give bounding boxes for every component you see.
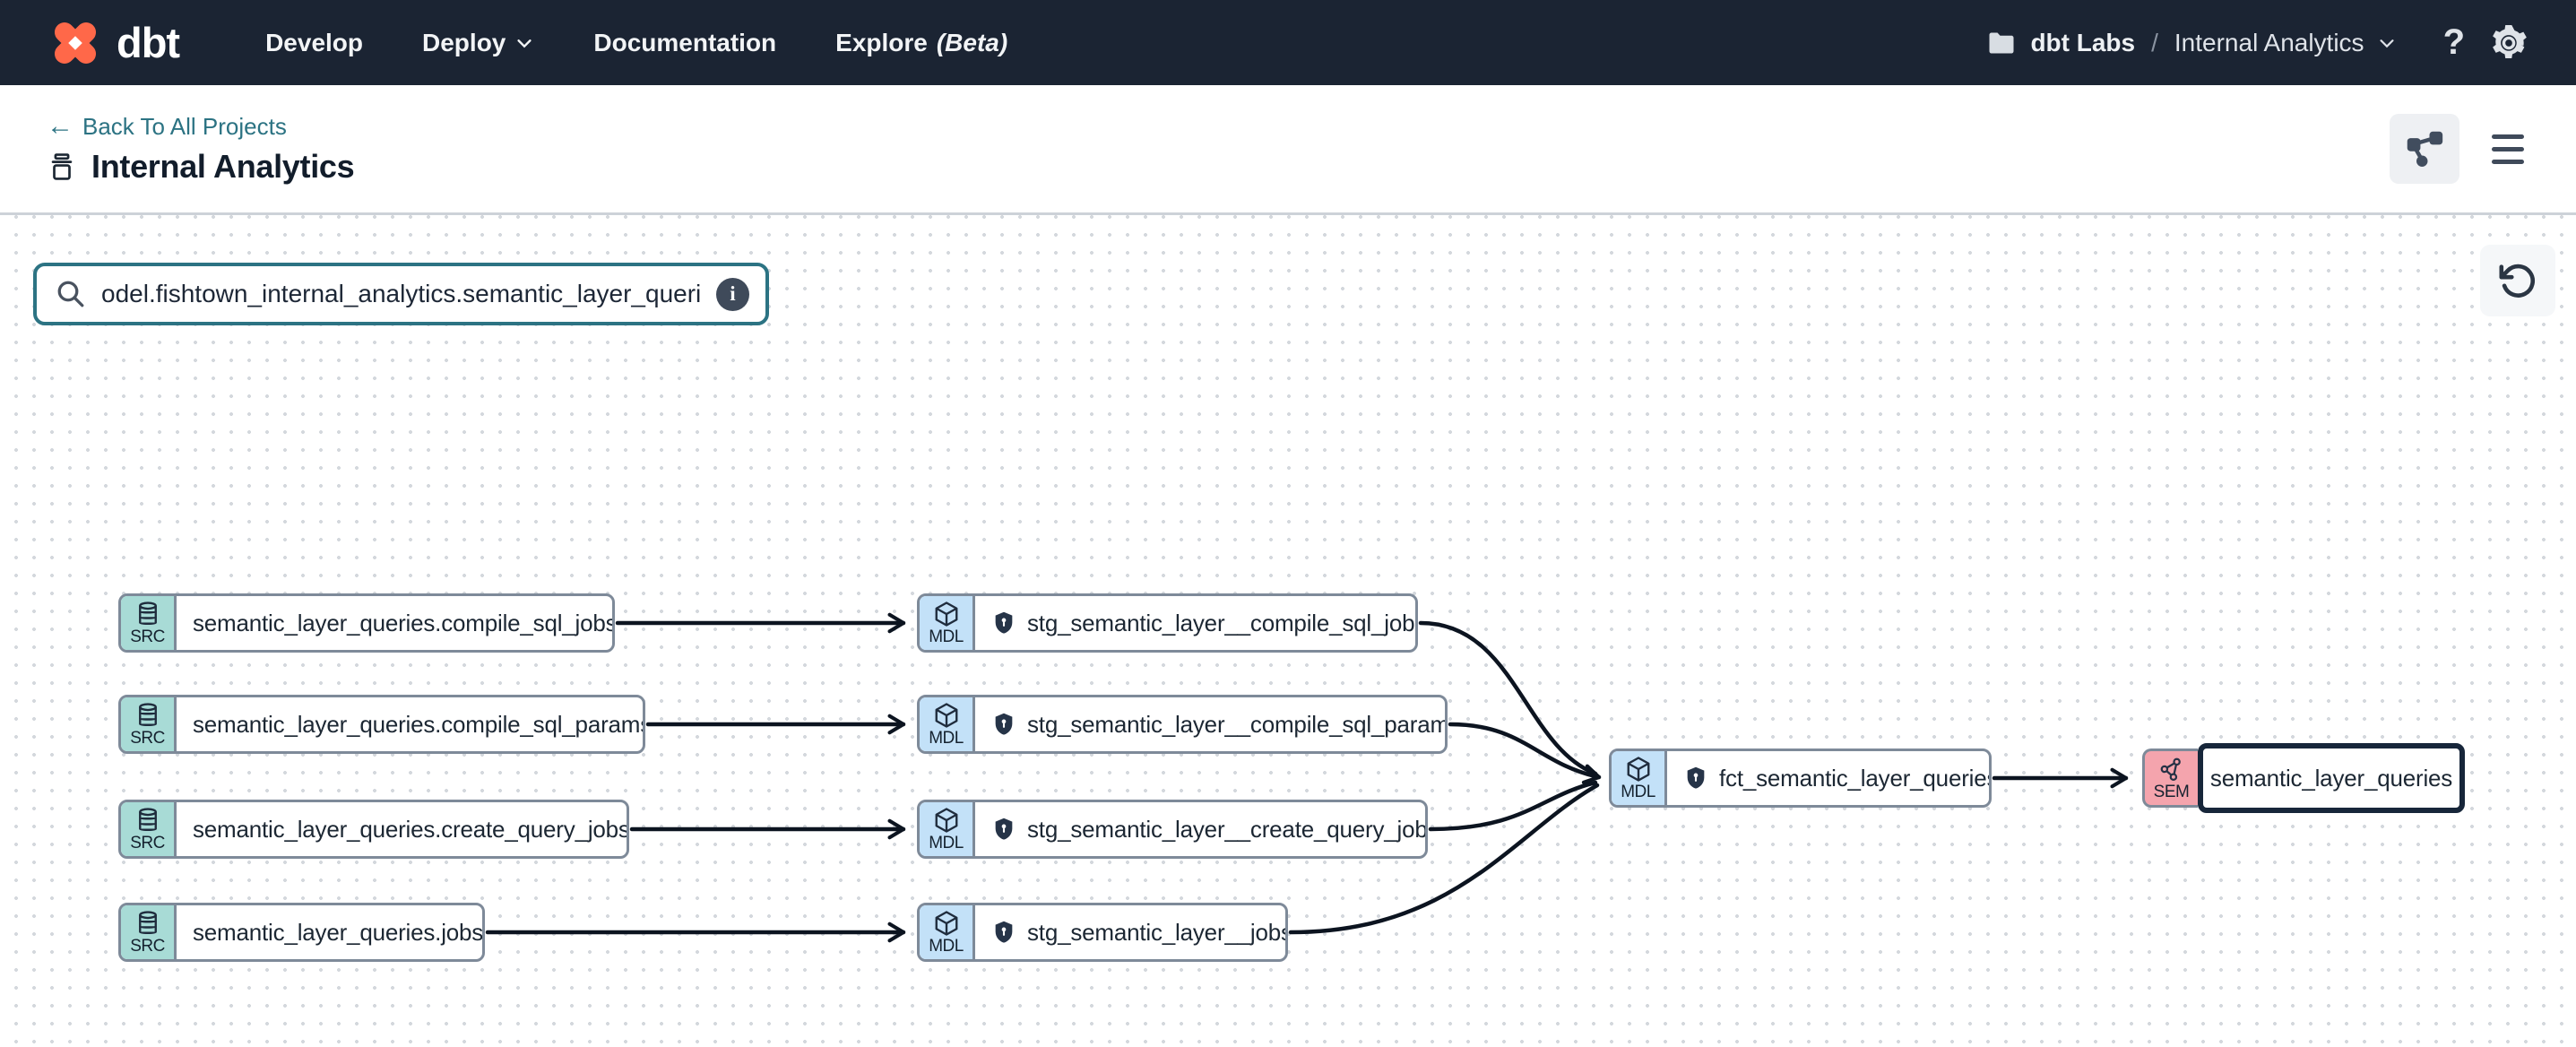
nav-right: dbt Labs / Internal Analytics ? (1985, 22, 2529, 64)
nav-links: Develop Deploy Documentation Explore (Be… (265, 29, 1007, 57)
node-label: semantic_layer_queries.compile_sql_param… (193, 711, 645, 739)
node-badge: SEM (2154, 783, 2190, 800)
node-badge: MDL (929, 938, 964, 955)
rotate-ccw-icon (2497, 260, 2538, 301)
top-nav: dbt Develop Deploy Documentation Explore… (0, 0, 2576, 85)
help-icon[interactable]: ? (2443, 22, 2465, 63)
chevron-down-icon (2377, 33, 2397, 53)
database-icon (134, 601, 161, 627)
lineage-view-button[interactable] (2390, 114, 2459, 184)
dbt-logo[interactable]: dbt (47, 14, 179, 72)
dag-node-source-jobs[interactable]: SRC semantic_layer_queries.jobs (118, 903, 485, 962)
database-icon (134, 702, 161, 729)
node-label: stg_semantic_layer__compile_sql_params (1027, 711, 1448, 739)
page-header: ← Back To All Projects Internal Analytic… (0, 85, 2576, 215)
nav-develop[interactable]: Develop (265, 29, 363, 57)
database-icon (134, 910, 161, 937)
node-label: semantic_layer_queries.jobs (193, 919, 483, 947)
nav-documentation[interactable]: Documentation (593, 29, 776, 57)
node-badge: SRC (130, 628, 165, 645)
node-badge: MDL (929, 835, 964, 852)
search-icon (55, 278, 87, 310)
node-badge: SRC (130, 835, 165, 852)
contract-shield-icon (991, 920, 1016, 945)
dag-node-model-stg-compile-sql-params[interactable]: MDL stg_semantic_layer__compile_sql_para… (917, 695, 1448, 754)
lineage-canvas[interactable]: odel.fishtown_internal_analytics.semanti… (0, 215, 2576, 1044)
semantic-model-icon (2158, 756, 2185, 783)
node-label: semantic_layer_queries.create_query_jobs (193, 816, 629, 844)
node-label: stg_semantic_layer__jobs (1027, 919, 1288, 947)
lineage-dag-icon (2405, 129, 2444, 169)
contract-shield-icon (991, 610, 1016, 636)
node-label: semantic_layer_queries.compile_sql_jobs (193, 610, 615, 637)
database-icon (134, 807, 161, 834)
dbt-logo-icon (47, 14, 104, 72)
nav-explore[interactable]: Explore (Beta) (835, 29, 1007, 57)
page-title: Internal Analytics (91, 148, 354, 186)
dag-node-source-compile-sql-jobs[interactable]: SRC semantic_layer_queries.compile_sql_j… (118, 593, 615, 653)
back-arrow-icon: ← (47, 113, 73, 140)
node-badge: SRC (130, 938, 165, 955)
contract-shield-icon (991, 712, 1016, 737)
contract-shield-icon (991, 817, 1016, 842)
search-input[interactable]: odel.fishtown_internal_analytics.semanti… (33, 263, 769, 325)
node-badge: MDL (929, 628, 964, 645)
dag-node-model-stg-create-query-jobs[interactable]: MDL stg_semantic_layer__create_query_job… (917, 800, 1428, 859)
brand-wordmark: dbt (117, 22, 179, 64)
node-label: stg_semantic_layer__compile_sql_jobs (1027, 610, 1418, 637)
cube-icon (933, 601, 960, 627)
chevron-down-icon (514, 33, 534, 53)
breadcrumb-separator: / (2151, 29, 2158, 57)
node-badge: MDL (929, 730, 964, 747)
dag-node-semantic-layer-queries[interactable]: SEM semantic_layer_queries (2142, 743, 2465, 813)
node-label: fct_semantic_layer_queries (1719, 765, 1992, 792)
dag-node-model-stg-jobs[interactable]: MDL stg_semantic_layer__jobs (917, 903, 1288, 962)
node-label: stg_semantic_layer__create_query_jobs (1027, 816, 1428, 844)
cube-icon (1625, 756, 1652, 783)
project-name: Internal Analytics (2174, 29, 2364, 57)
search-value: odel.fishtown_internal_analytics.semanti… (101, 280, 702, 308)
dag-node-model-stg-compile-sql-jobs[interactable]: MDL stg_semantic_layer__compile_sql_jobs (917, 593, 1418, 653)
info-icon[interactable]: i (716, 278, 749, 311)
back-to-all-projects-link[interactable]: ← Back To All Projects (47, 113, 354, 141)
settings-gear-icon[interactable] (2488, 22, 2529, 64)
node-label: semantic_layer_queries (2210, 765, 2452, 792)
dag-node-source-compile-sql-params[interactable]: SRC semantic_layer_queries.compile_sql_p… (118, 695, 645, 754)
folder-icon (1985, 27, 2018, 59)
cube-icon (933, 807, 960, 834)
menu-hamburger-icon[interactable] (2486, 129, 2529, 169)
dag-node-model-fct-semantic-layer-queries[interactable]: MDL fct_semantic_layer_queries (1609, 748, 1992, 808)
account-project-switcher[interactable]: dbt Labs / Internal Analytics (1985, 27, 2396, 59)
cube-icon (933, 910, 960, 937)
nav-deploy[interactable]: Deploy (422, 29, 534, 57)
account-name: dbt Labs (2030, 29, 2135, 57)
reset-view-button[interactable] (2480, 245, 2555, 316)
contract-shield-icon (1683, 766, 1708, 791)
node-badge: SRC (130, 730, 165, 747)
project-icon (47, 151, 77, 182)
dag-node-source-create-query-jobs[interactable]: SRC semantic_layer_queries.create_query_… (118, 800, 629, 859)
cube-icon (933, 702, 960, 729)
node-badge: MDL (1621, 783, 1655, 800)
